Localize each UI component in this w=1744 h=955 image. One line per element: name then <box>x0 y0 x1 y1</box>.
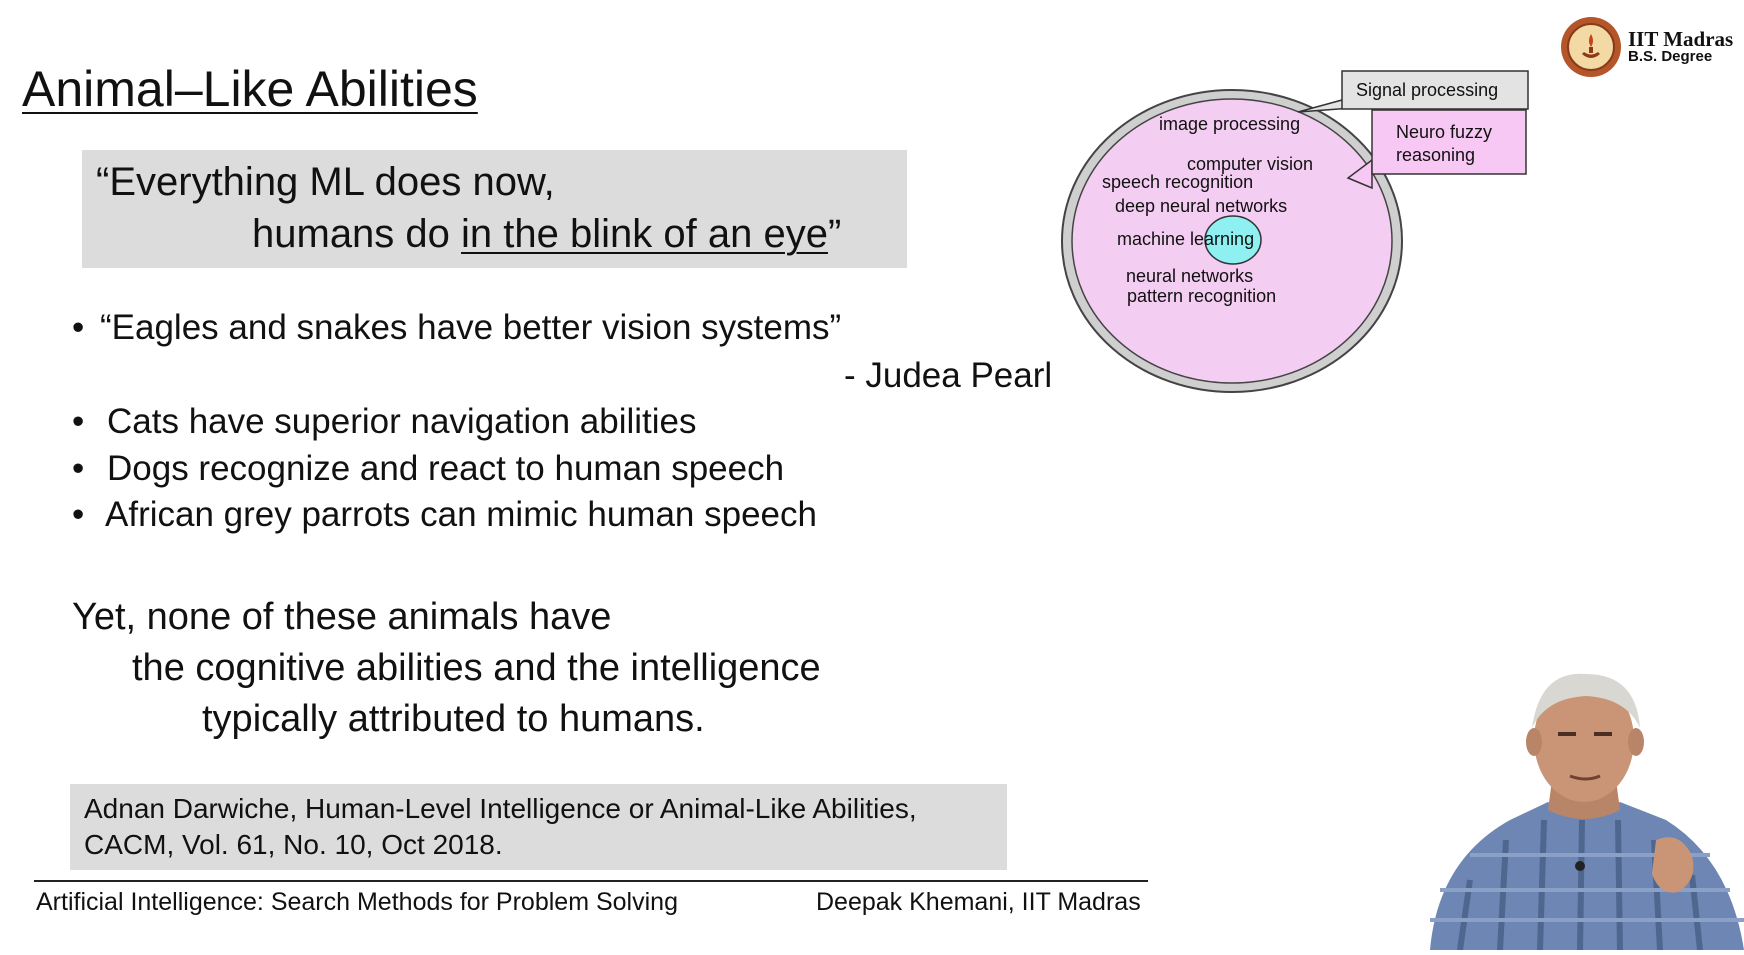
bullet-dot-icon: • <box>72 449 85 488</box>
bullet-dot-icon: • <box>72 495 85 534</box>
quote-emphasis: in the blink of an eye <box>461 212 828 256</box>
conclusion-line-3: typically attributed to humans. <box>202 698 705 740</box>
bullet-item: • African grey parrots can mimic human sp… <box>72 495 817 535</box>
label-neural-networks: neural networks <box>1126 266 1253 286</box>
quote-close-mark: ” <box>827 212 842 256</box>
conclusion-line-1: Yet, none of these animals have <box>72 596 612 638</box>
bullet-text: Dogs recognize and react to human speech <box>107 449 785 488</box>
callout-neuro-fuzzy-1: Neuro fuzzy <box>1396 122 1492 142</box>
callout-signal-processing: Signal processing <box>1356 80 1498 100</box>
bullet-dot-icon: • <box>72 308 85 347</box>
bullet-text: Cats have superior navigation abilities <box>107 402 697 441</box>
label-computer-vision: computer vision <box>1187 154 1313 174</box>
label-machine-learning: machine learning <box>1117 229 1254 249</box>
label-deep-neural-networks: deep neural networks <box>1115 196 1287 216</box>
footer-author: Deepak Khemani, IIT Madras <box>816 888 1141 916</box>
callout-neuro-fuzzy-2: reasoning <box>1396 145 1475 165</box>
bullet-item: • “Eagles and snakes have better vision s… <box>72 308 841 348</box>
label-pattern-recognition: pattern recognition <box>1127 286 1276 306</box>
conclusion-line-2: the cognitive abilities and the intellig… <box>132 647 821 689</box>
bullet-item: • Dogs recognize and react to human speec… <box>72 449 784 489</box>
bullet-text: African grey parrots can mimic human spe… <box>105 495 817 534</box>
ai-fields-diagram: image processing computer vision speech … <box>1050 60 1540 405</box>
footer-divider <box>34 880 1148 882</box>
label-speech-recognition: speech recognition <box>1102 172 1253 192</box>
quote-line-2-prefix: humans do <box>252 212 462 256</box>
reference-line-1: Adnan Darwiche, Human-Level Intelligence… <box>84 793 917 824</box>
institute-seal-icon <box>1560 16 1622 83</box>
quote-attribution: - Judea Pearl <box>844 356 1053 395</box>
bullet-dot-icon: • <box>72 402 85 441</box>
footer-course: Artificial Intelligence: Search Methods … <box>36 888 678 916</box>
quote-line-2: humans do in the blink of an eye” <box>252 212 841 257</box>
reference-line-2: CACM, Vol. 61, No. 10, Oct 2018. <box>84 829 503 860</box>
quote-line-1: “Everything ML does now, <box>96 160 555 204</box>
logo-subtitle: B.S. Degree <box>1628 48 1713 65</box>
slide-title: Animal–Like Abilities <box>22 61 478 117</box>
bullet-text: “Eagles and snakes have better vision sy… <box>100 308 842 347</box>
label-image-processing: image processing <box>1159 114 1300 134</box>
presenter-video-icon <box>1430 670 1744 955</box>
bullet-item: • Cats have superior navigation abilities <box>72 402 697 442</box>
